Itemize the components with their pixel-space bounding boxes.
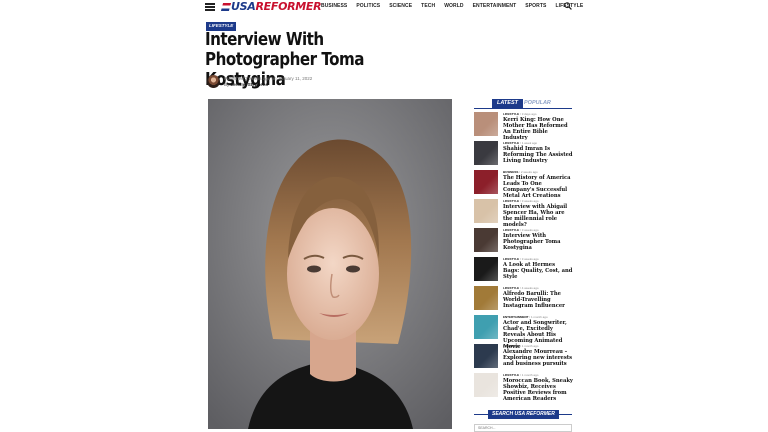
item-meta: LIFESTYLE / 3 weeks ago [503,228,539,232]
article-thumbnail[interactable] [474,257,498,281]
author-line: By Jerome Stephens [224,82,269,87]
item-headline[interactable]: Alexandre Mourreau – Exploring new inter… [503,349,573,367]
item-headline[interactable]: The History of America Leads To One Comp… [503,175,573,199]
author-avatar[interactable] [207,75,220,88]
item-headline[interactable]: Moroccan Book, Sneaky Showbiz, Receives … [503,378,573,402]
nav-science[interactable]: SCIENCE [389,3,412,9]
tab-popular[interactable]: POPULAR [524,100,551,106]
search-icon[interactable] [564,2,572,10]
article-thumbnail[interactable] [474,286,498,310]
article-thumbnail[interactable] [474,112,498,136]
menu-icon[interactable] [205,3,215,11]
sidebar-search-input[interactable] [474,424,572,432]
item-meta: ENTERTAINMENT / 1 month ago [503,315,548,319]
article-thumbnail[interactable] [474,228,498,252]
item-meta: LIFESTYLE / 1 month ago [503,344,539,348]
nav-politics[interactable]: POLITICS [356,3,380,9]
article-thumbnail[interactable] [474,141,498,165]
nav-entertainment[interactable]: ENTERTAINMENT [473,3,517,9]
author-name[interactable]: Jerome Stephens [231,82,269,87]
nav-world[interactable]: WORLD [444,3,463,9]
main-nav: BUSINESS POLITICS SCIENCE TECH WORLD ENT… [321,3,583,9]
article-thumbnail[interactable] [474,344,498,368]
nav-sports[interactable]: SPORTS [525,3,546,9]
item-headline[interactable]: Shahid Imran Is Reforming The Assisted L… [503,146,573,164]
article-thumbnail[interactable] [474,373,498,397]
portrait-photo [208,99,452,429]
item-meta: LIFESTYLE / 1 week ago [503,141,538,145]
search-widget-title: SEARCH USA REFORMER [488,410,559,419]
logo-flag-icon [220,3,232,11]
article-thumbnail[interactable] [474,315,498,339]
item-headline[interactable]: Interview with Abigail Spencer Ha, Who a… [503,204,573,228]
publish-date: Published 3 weeks ago on January 11, 202… [224,76,313,81]
search-widget-header: SEARCH USA REFORMER [474,410,572,420]
nav-business[interactable]: BUSINESS [321,3,347,9]
item-headline[interactable]: Kerri King: How One Mother Has Reformed … [503,117,573,141]
item-headline[interactable]: A Look at Hermes Bags: Quality, Cost, an… [503,262,573,280]
nav-tech[interactable]: TECH [421,3,435,9]
site-logo[interactable]: USAREFORMER [220,0,322,13]
hero-image [208,99,452,429]
item-meta: LIFESTYLE / 4 weeks ago [503,286,539,290]
top-navigation-bar: USAREFORMER BUSINESS POLITICS SCIENCE TE… [0,0,768,13]
item-meta: BUSINESS / 2 weeks ago [503,170,538,174]
item-meta: LIFESTYLE / 3 weeks ago [503,257,539,261]
article-title: Interview With Photographer Toma Kostygi… [205,29,364,90]
article-thumbnail[interactable] [474,170,498,194]
item-headline[interactable]: Alfredo Barulli: The World-Travelling In… [503,291,573,309]
article-thumbnail[interactable] [474,199,498,223]
item-meta: LIFESTYLE / 1 month ago [503,373,539,377]
tabs-divider [474,108,572,109]
item-meta: LIFESTYLE / 3 weeks ago [503,199,539,203]
item-headline[interactable]: Interview With Photographer Toma Kostygi… [503,233,573,251]
item-meta: LIFESTYLE / 3 days ago [503,112,537,116]
